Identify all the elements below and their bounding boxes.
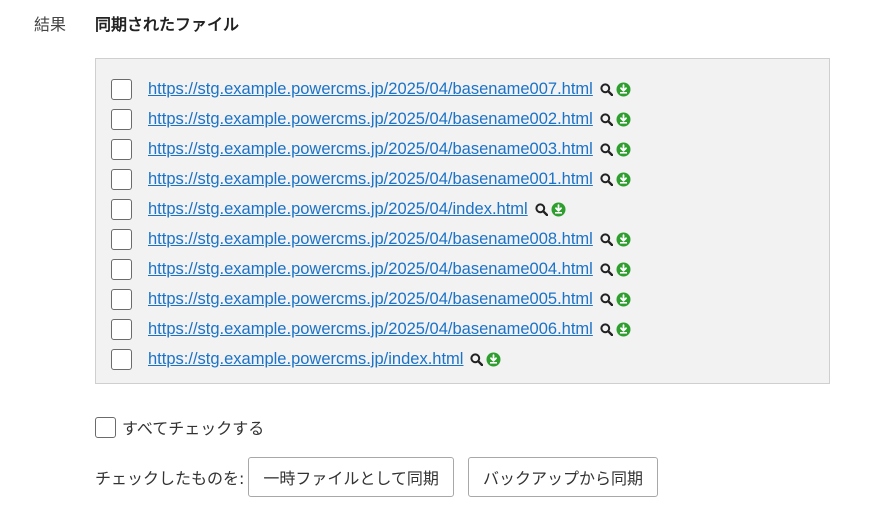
file-row: https://stg.example.powercms.jp/2025/04/… [111,74,631,104]
download-icon[interactable] [616,292,631,307]
file-checkbox[interactable] [111,78,132,100]
file-row: https://stg.example.powercms.jp/2025/04/… [111,224,631,254]
file-url-link[interactable]: https://stg.example.powercms.jp/2025/04/… [148,320,593,339]
file-checkbox[interactable] [111,228,132,250]
file-actions [600,172,631,187]
result-label: 結果 [34,15,67,34]
download-icon[interactable] [616,232,631,247]
file-url-link[interactable]: https://stg.example.powercms.jp/2025/04/… [148,110,593,129]
sync-as-temp-file-button[interactable]: 一時ファイルとして同期 [248,457,454,497]
check-all-option[interactable]: すべてチェックする [95,415,264,439]
file-url-link[interactable]: https://stg.example.powercms.jp/2025/04/… [148,260,593,279]
search-icon[interactable] [470,352,484,366]
check-all-checkbox[interactable] [95,416,116,438]
download-icon[interactable] [616,142,631,157]
file-row: https://stg.example.powercms.jp/2025/04/… [111,254,631,284]
download-icon[interactable] [616,112,631,127]
file-checkbox[interactable] [111,138,132,160]
bulk-actions-label: チェックしたものを: [95,469,245,488]
file-row: https://stg.example.powercms.jp/2025/04/… [111,284,631,314]
check-all-label[interactable]: すべてチェックする [122,415,264,439]
download-icon[interactable] [616,82,631,97]
section-title: 同期されたファイル [95,15,240,34]
file-actions [600,322,631,337]
download-icon[interactable] [616,172,631,187]
file-url-link[interactable]: https://stg.example.powercms.jp/2025/04/… [148,170,593,189]
file-actions [535,202,566,217]
search-icon[interactable] [600,142,613,156]
search-icon[interactable] [600,232,613,246]
file-checkbox[interactable] [111,288,132,310]
search-icon[interactable] [600,322,613,336]
search-icon[interactable] [600,82,613,96]
synced-file-list: https://stg.example.powercms.jp/2025/04/… [111,74,631,374]
file-row: https://stg.example.powercms.jp/index.ht… [111,344,631,374]
file-checkbox[interactable] [111,348,132,370]
file-actions [600,262,631,277]
search-icon[interactable] [600,112,613,126]
file-url-link[interactable]: https://stg.example.powercms.jp/2025/04/… [148,230,593,249]
search-icon[interactable] [600,262,613,276]
file-checkbox[interactable] [111,198,132,220]
file-actions [470,352,501,367]
file-row: https://stg.example.powercms.jp/2025/04/… [111,164,631,194]
file-row: https://stg.example.powercms.jp/2025/04/… [111,134,631,164]
file-url-link[interactable]: https://stg.example.powercms.jp/2025/04/… [148,290,593,309]
bulk-actions: チェックしたものを: 一時ファイルとして同期 バックアップから同期 [95,456,672,498]
file-row: https://stg.example.powercms.jp/2025/04/… [111,104,631,134]
file-row: https://stg.example.powercms.jp/2025/04/… [111,194,631,224]
sync-from-backup-button[interactable]: バックアップから同期 [467,457,658,497]
download-icon[interactable] [486,352,501,367]
file-row: https://stg.example.powercms.jp/2025/04/… [111,314,631,344]
search-icon[interactable] [600,292,613,306]
file-checkbox[interactable] [111,108,132,130]
download-icon[interactable] [616,262,631,277]
file-checkbox[interactable] [111,318,132,340]
file-checkbox[interactable] [111,168,132,190]
download-icon[interactable] [551,202,566,217]
file-actions [600,142,631,157]
file-url-link[interactable]: https://stg.example.powercms.jp/index.ht… [148,350,463,369]
file-actions [600,112,631,127]
file-actions [600,292,631,307]
file-actions [600,82,631,97]
synced-files-box: https://stg.example.powercms.jp/2025/04/… [95,58,830,384]
search-icon[interactable] [535,202,548,216]
file-checkbox[interactable] [111,258,132,280]
search-icon[interactable] [600,172,613,186]
download-icon[interactable] [616,322,631,337]
file-url-link[interactable]: https://stg.example.powercms.jp/2025/04/… [148,200,528,219]
file-url-link[interactable]: https://stg.example.powercms.jp/2025/04/… [148,140,593,159]
file-actions [600,232,631,247]
file-url-link[interactable]: https://stg.example.powercms.jp/2025/04/… [148,80,593,99]
